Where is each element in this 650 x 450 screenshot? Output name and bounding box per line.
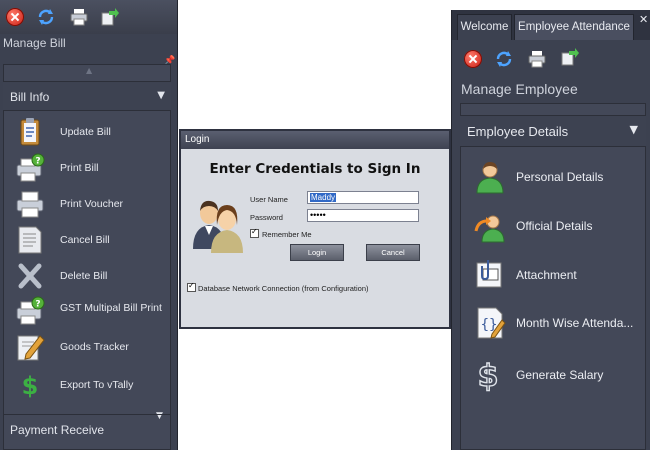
chevron-down-icon: ▼ (157, 90, 165, 101)
menu-item-label: Export To vTally (60, 379, 134, 391)
menu-item-label: Month Wise Attenda... (516, 316, 634, 330)
section-label: Bill Info (10, 90, 50, 104)
clipboard-icon (20, 118, 40, 146)
printer-icon (16, 191, 44, 218)
tab-strip: Welcome Employee Attendance ✕ (452, 10, 650, 40)
password-label: Password (250, 213, 283, 222)
calendar-bracket-icon: {} (477, 307, 506, 339)
refresh-icon[interactable] (495, 50, 513, 68)
export-icon[interactable] (561, 48, 579, 66)
login-button[interactable]: Login (290, 244, 344, 261)
login-titlebar[interactable]: Login (181, 131, 449, 149)
login-dialog: Login Enter Credentials to Sign In User … (179, 129, 451, 329)
menu-item-cancel-bill[interactable]: Cancel Bill (14, 225, 170, 257)
menu-item-personal-details[interactable]: Personal Details (474, 160, 646, 196)
person-switch-icon (474, 215, 505, 243)
panel-title: Manage Bill (3, 36, 66, 50)
menu-item-label: Goods Tracker (60, 341, 129, 353)
menu-item-label: Generate Salary (516, 368, 604, 382)
menu-item-print-bill[interactable]: ? Print Bill (14, 153, 170, 185)
menu-item-official-details[interactable]: Official Details (474, 209, 646, 245)
panel-title: Manage Employee (461, 81, 578, 97)
manage-employee-panel: Welcome Employee Attendance ✕ Manage Emp… (451, 10, 650, 450)
person-icon (476, 162, 504, 194)
close-tab-icon[interactable]: ✕ (639, 13, 648, 26)
window-title: Login (185, 134, 210, 145)
left-toolbar (0, 0, 177, 34)
user-name-label: User Name (250, 195, 288, 204)
svg-text:$: $ (478, 359, 499, 392)
menu-item-label: Print Voucher (60, 198, 124, 210)
menu-item-gst-multipal-bill-print[interactable]: ? GST Multipal Bill Print (14, 296, 170, 328)
menu-item-update-bill[interactable]: Update Bill (14, 117, 170, 149)
refresh-icon[interactable] (37, 8, 55, 26)
section-label: Payment Receive (10, 423, 105, 437)
database-connection-label: Database Network Connection (from Config… (198, 284, 369, 293)
section-employee-details[interactable]: Employee Details ▼ (460, 115, 646, 147)
database-connection-checkbox[interactable] (187, 281, 196, 292)
menu-item-export-to-vtally[interactable]: $ Export To vTally (14, 370, 170, 402)
manage-bill-panel: Manage Bill 📌 ▲ Bill Info ▼ Update Bill … (0, 0, 178, 450)
menu-item-label: Update Bill (60, 126, 111, 138)
login-heading: Enter Credentials to Sign In (209, 161, 421, 177)
printer-help-icon: ? (16, 153, 45, 182)
close-icon[interactable] (6, 8, 24, 26)
password-input[interactable]: ••••• (307, 209, 419, 222)
svg-text:?: ? (35, 300, 40, 310)
printer-help-icon: ? (16, 296, 45, 325)
document-icon (18, 226, 42, 254)
menu-item-label: Personal Details (516, 170, 604, 184)
section-bill-info[interactable]: Bill Info ▼ (3, 81, 171, 111)
dollar-icon: $ (22, 372, 39, 400)
printer-icon[interactable] (70, 8, 88, 26)
menu-item-attachment[interactable]: Attachment (474, 258, 646, 294)
export-icon[interactable] (101, 8, 119, 26)
menu-item-label: Attachment (516, 268, 577, 282)
menu-item-generate-salary[interactable]: $ Generate Salary (474, 358, 646, 394)
close-icon[interactable] (464, 50, 482, 68)
section-payment-receive[interactable]: Payment Receive (3, 414, 171, 444)
menu-item-print-voucher[interactable]: Print Voucher (14, 189, 170, 221)
user-name-value: Maddy (310, 193, 337, 202)
scroll-up-icon[interactable]: ▲ (86, 66, 92, 75)
user-name-input[interactable]: Maddy (307, 191, 419, 204)
menu-item-label: Cancel Bill (60, 234, 110, 246)
printer-icon[interactable] (528, 50, 546, 68)
svg-text:$: $ (22, 372, 39, 400)
menu-item-label: GST Multipal Bill Print (60, 302, 162, 314)
delete-x-icon (18, 263, 42, 289)
pencil-note-icon (17, 335, 45, 361)
dollar-outline-icon: $ (477, 358, 499, 392)
svg-text:?: ? (35, 157, 40, 167)
menu-item-month-wise-attendance[interactable]: {} Month Wise Attenda... (474, 306, 646, 342)
chevron-down-icon: ▼ (629, 123, 638, 136)
menu-item-delete-bill[interactable]: Delete Bill (14, 261, 170, 293)
cancel-button[interactable]: Cancel (366, 244, 420, 261)
remember-me-label: Remember Me (262, 230, 312, 239)
users-icon (193, 200, 243, 253)
attachment-icon (476, 260, 502, 288)
section-label: Employee Details (467, 124, 569, 139)
tab-welcome[interactable]: Welcome (457, 14, 512, 40)
menu-item-label: Delete Bill (60, 270, 108, 282)
menu-item-goods-tracker[interactable]: Goods Tracker (14, 332, 170, 364)
remember-me-checkbox[interactable] (250, 227, 259, 238)
menu-item-label: Print Bill (60, 162, 99, 174)
menu-item-label: Official Details (516, 219, 593, 233)
right-toolbar (452, 40, 650, 76)
tab-employee-attendance[interactable]: Employee Attendance (514, 14, 634, 40)
